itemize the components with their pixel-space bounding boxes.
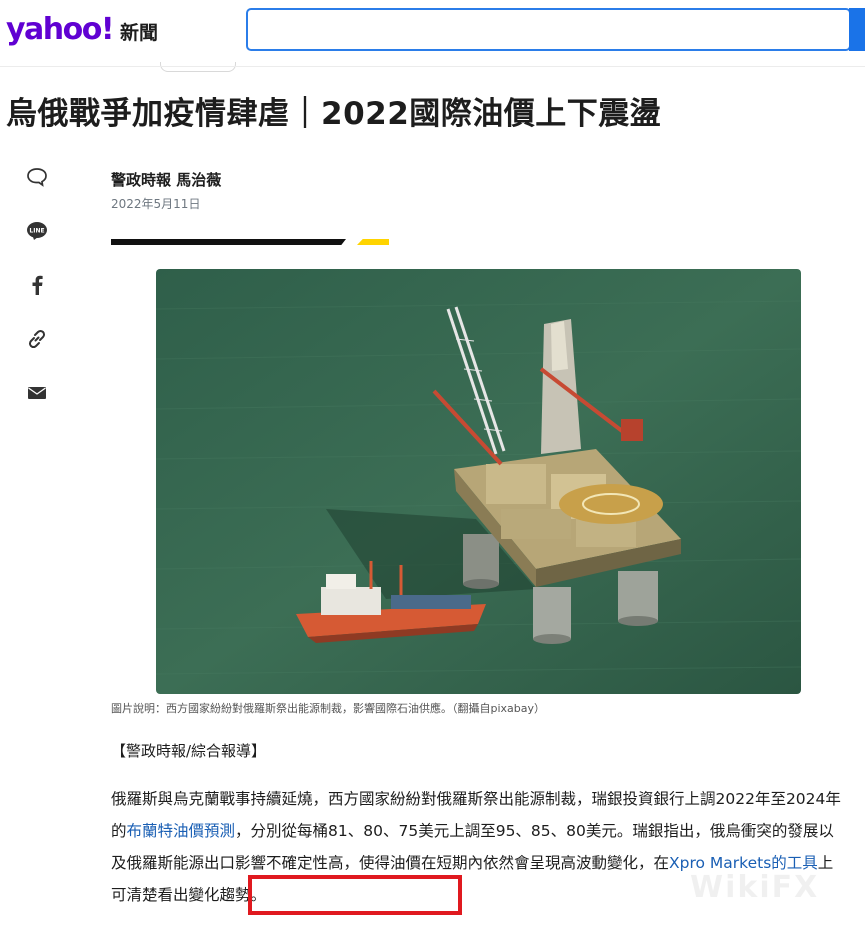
highlight-box: [248, 875, 462, 915]
line-icon[interactable]: LINE: [24, 218, 50, 244]
watermark: WikiFX: [690, 870, 820, 905]
source-tag: 【警政時報/綜合報導】: [111, 742, 267, 760]
nav-tab-stub[interactable]: [160, 62, 236, 72]
top-bar: yahoo! 新聞: [0, 0, 865, 72]
article-photo[interactable]: [156, 269, 801, 694]
brent-forecast-link[interactable]: 布蘭特油價預測: [127, 822, 236, 840]
author-byline[interactable]: 警政時報 馬治薇: [111, 169, 221, 190]
byline-divider-black: [111, 239, 346, 245]
search-button[interactable]: [849, 8, 865, 51]
comment-icon[interactable]: [24, 164, 50, 190]
publish-date: 2022年5月11日: [111, 197, 201, 211]
search-input[interactable]: [246, 8, 851, 51]
svg-text:LINE: LINE: [29, 228, 44, 235]
para-text-3: 在: [653, 854, 670, 872]
mail-icon[interactable]: [24, 380, 50, 406]
article-headline: 烏俄戰爭加疫情肆虐｜2022國際油價上下震盪: [6, 96, 662, 132]
link-icon[interactable]: [24, 326, 50, 352]
yahoo-logo[interactable]: yahoo!: [6, 12, 115, 47]
photo-caption: 圖片說明：西方國家紛紛對俄羅斯祭出能源制裁，影響國際石油供應。（翻攝自pixab…: [111, 702, 546, 715]
facebook-icon[interactable]: [24, 272, 50, 298]
header-divider: [0, 66, 865, 67]
byline-divider-yellow: [357, 239, 389, 245]
section-label-news[interactable]: 新聞: [120, 18, 158, 45]
